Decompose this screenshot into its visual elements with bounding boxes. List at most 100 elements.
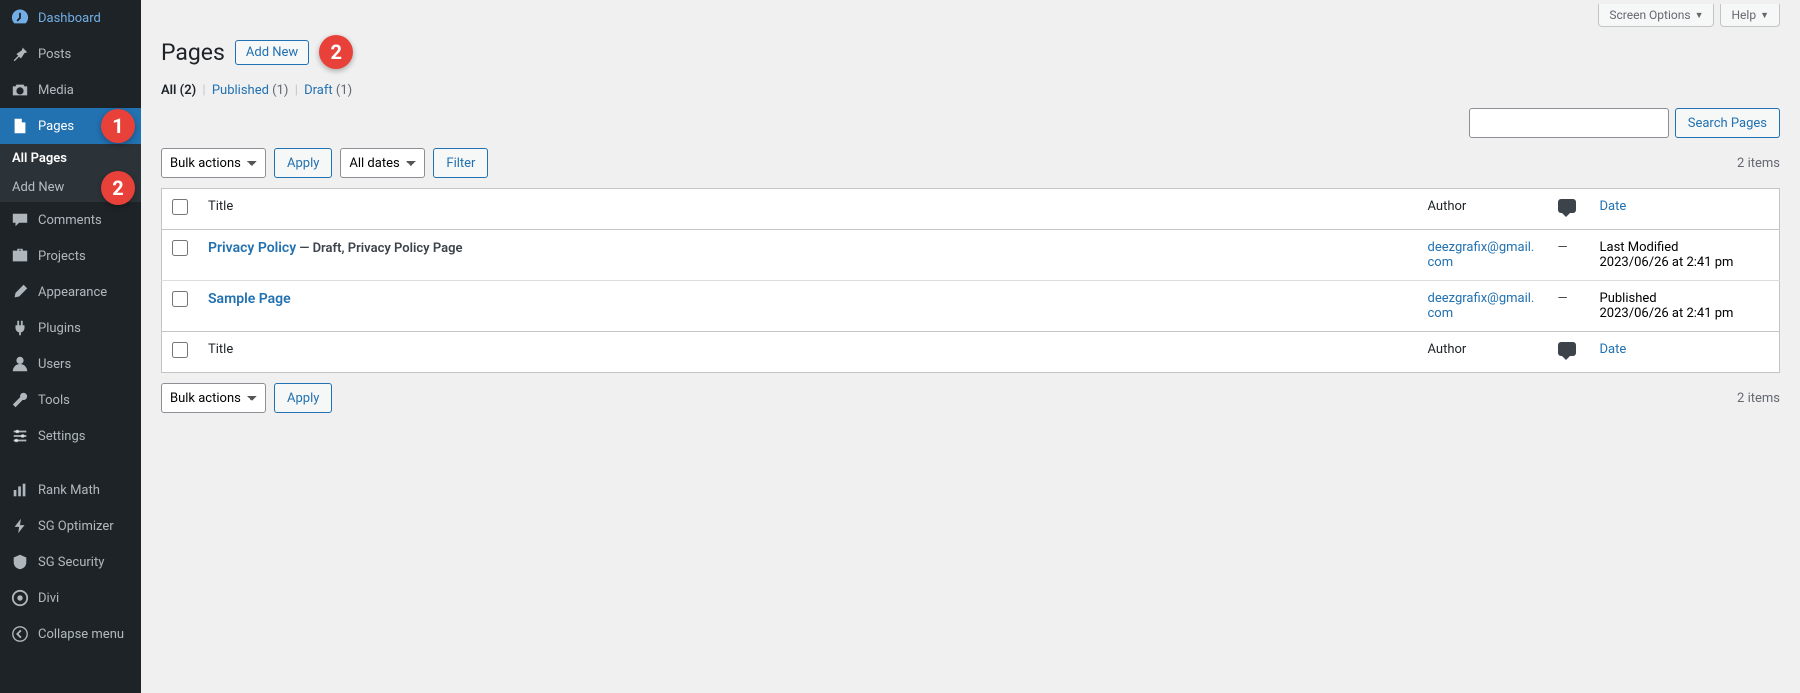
sidebar-item-appearance[interactable]: Appearance (0, 274, 141, 310)
sidebar-item-sg-security[interactable]: SG Security (0, 544, 141, 580)
sidebar-item-settings[interactable]: Settings (0, 418, 141, 454)
items-count-bottom: 2 items (1737, 391, 1780, 406)
apply-button-bottom[interactable]: Apply (274, 383, 332, 413)
sidebar-item-dashboard[interactable]: Dashboard (0, 0, 141, 36)
filter-button[interactable]: Filter (433, 148, 488, 178)
status-filters: All (2) | Published (1) | Draft (1) (161, 83, 1780, 98)
search-row: Search Pages (161, 108, 1780, 138)
submenu-item-label: Add New (12, 180, 64, 195)
collapse-icon (10, 624, 30, 644)
submenu-item-add-new[interactable]: Add New 2 (0, 173, 141, 202)
tablenav-bottom: Bulk actions Apply 2 items (161, 383, 1780, 413)
filter-all[interactable]: All (2) (161, 83, 196, 98)
comment-bubble-icon (1558, 342, 1576, 356)
sidebar-item-rank-math[interactable]: Rank Math (0, 472, 141, 508)
column-title-footer[interactable]: Title (198, 332, 1418, 373)
sliders-icon (10, 426, 30, 446)
column-comments-header[interactable] (1548, 189, 1590, 230)
sidebar-item-label: Pages (38, 119, 74, 134)
filter-published[interactable]: Published (1) (212, 83, 289, 98)
filter-all-label: All (161, 83, 176, 98)
row-title-link[interactable]: Sample Page (208, 291, 291, 307)
column-title-header[interactable]: Title (198, 189, 1418, 230)
sidebar-item-divi[interactable]: Divi (0, 580, 141, 616)
column-author-header: Author (1418, 189, 1548, 230)
sidebar-item-sg-optimizer[interactable]: SG Optimizer (0, 508, 141, 544)
column-date-footer[interactable]: Date (1590, 332, 1780, 373)
sidebar-item-label: Settings (38, 429, 85, 444)
sidebar-item-label: Tools (38, 393, 70, 408)
filter-all-count: (2) (180, 83, 197, 98)
sidebar-item-label: Plugins (38, 321, 81, 336)
separator: | (202, 83, 205, 98)
select-all-checkbox-bottom[interactable] (172, 342, 188, 358)
sidebar-item-projects[interactable]: Projects (0, 238, 141, 274)
sidebar-submenu-pages: All Pages Add New 2 (0, 144, 141, 202)
plug-icon (10, 318, 30, 338)
help-label: Help (1731, 8, 1756, 22)
sidebar-item-collapse[interactable]: Collapse menu (0, 616, 141, 652)
tablenav-left-bottom: Bulk actions Apply (161, 383, 332, 413)
author-link[interactable]: deezgrafix@gmail.com (1428, 240, 1535, 270)
step-badge-2: 2 (101, 171, 135, 205)
submenu-item-all-pages[interactable]: All Pages (0, 144, 141, 173)
sidebar-item-label: Posts (38, 47, 71, 62)
wrench-icon (10, 390, 30, 410)
sidebar-item-label: SG Optimizer (38, 519, 114, 534)
sidebar-item-label: Users (38, 357, 71, 372)
bulk-actions-select-bottom[interactable]: Bulk actions (161, 383, 266, 413)
sidebar-item-label: Projects (38, 249, 86, 264)
sidebar-item-media[interactable]: Media (0, 72, 141, 108)
filter-draft-count: (1) (336, 83, 352, 98)
sidebar-item-users[interactable]: Users (0, 346, 141, 382)
date-value: 2023/06/26 at 2:41 pm (1600, 306, 1770, 321)
camera-icon (10, 80, 30, 100)
chevron-down-icon: ▼ (1760, 10, 1769, 21)
comment-bubble-icon (1558, 199, 1576, 213)
search-button[interactable]: Search Pages (1675, 108, 1780, 138)
row-checkbox[interactable] (172, 291, 188, 307)
table-row: Sample Page deezgrafix@gmail.com — Publi… (162, 281, 1780, 332)
select-all-checkbox-top[interactable] (172, 199, 188, 215)
sidebar-item-pages[interactable]: Pages 1 (0, 108, 141, 144)
tablenav-top: Bulk actions Apply All dates Filter 2 it… (161, 148, 1780, 178)
step-badge-1: 1 (101, 109, 135, 143)
chart-icon (10, 480, 30, 500)
page-title: Pages (161, 39, 225, 66)
filter-published-count: (1) (272, 83, 288, 98)
brush-icon (10, 282, 30, 302)
screen-options-toggle[interactable]: Screen Options ▼ (1598, 4, 1714, 27)
bulk-actions-select[interactable]: Bulk actions (161, 148, 266, 178)
step-badge-heading: 2 (319, 35, 353, 69)
date-value: 2023/06/26 at 2:41 pm (1600, 255, 1770, 270)
date-label: Last Modified (1600, 240, 1770, 255)
pin-icon (10, 44, 30, 64)
sidebar-item-plugins[interactable]: Plugins (0, 310, 141, 346)
sidebar-item-label: Collapse menu (38, 627, 124, 642)
date-filter-select[interactable]: All dates (340, 148, 425, 178)
help-toggle[interactable]: Help ▼ (1720, 4, 1780, 27)
add-new-button[interactable]: Add New (235, 40, 309, 65)
separator: | (295, 83, 298, 98)
apply-button-top[interactable]: Apply (274, 148, 332, 178)
comments-dash: — (1558, 291, 1568, 306)
pages-table: Title Author Date Privacy Policy — Draft… (161, 188, 1780, 373)
author-link[interactable]: deezgrafix@gmail.com (1428, 291, 1535, 321)
sidebar-item-comments[interactable]: Comments (0, 202, 141, 238)
comments-dash: — (1558, 240, 1568, 255)
column-comments-footer[interactable] (1548, 332, 1590, 373)
sidebar-item-posts[interactable]: Posts (0, 36, 141, 72)
shield-icon (10, 552, 30, 572)
sidebar-item-tools[interactable]: Tools (0, 382, 141, 418)
search-input[interactable] (1469, 108, 1669, 138)
filter-draft-label: Draft (304, 83, 333, 98)
column-date-header[interactable]: Date (1590, 189, 1780, 230)
sidebar-item-label: Rank Math (38, 483, 100, 498)
row-state: — Draft, Privacy Policy Page (296, 241, 462, 256)
top-bar: Screen Options ▼ Help ▼ (161, 0, 1780, 27)
row-checkbox[interactable] (172, 240, 188, 256)
admin-sidebar: Dashboard Posts Media Pages 1 All Pages … (0, 0, 141, 693)
briefcase-icon (10, 246, 30, 266)
row-title-link[interactable]: Privacy Policy (208, 240, 296, 256)
filter-draft[interactable]: Draft (1) (304, 83, 352, 98)
